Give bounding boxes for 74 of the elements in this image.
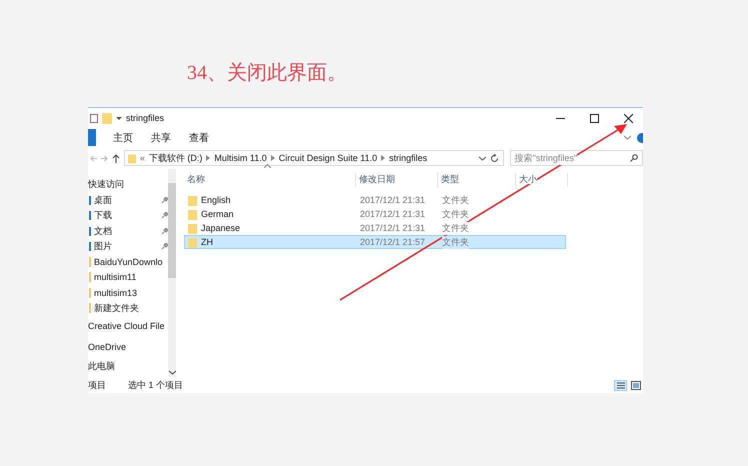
file-type: 文件夹 [442, 222, 469, 234]
chevron-right-icon [270, 155, 275, 161]
pin-icon[interactable] [161, 212, 168, 220]
ribbon-tab[interactable]: 主页 [104, 129, 142, 146]
chevron-right-icon [381, 155, 386, 161]
nav-item[interactable]: 图片 [94, 240, 112, 254]
scrollbar-thumb[interactable] [168, 183, 176, 278]
caret-icon[interactable] [116, 116, 122, 120]
file-name: Japanese [201, 223, 240, 233]
modified-date: 2017/12/1 21:31 [360, 209, 426, 219]
nav-item[interactable]: 此电脑 [88, 360, 115, 374]
nav-item[interactable]: multisim13 [94, 288, 138, 298]
selection-count: 选中 1 个项目 [128, 378, 184, 392]
close-icon [624, 114, 632, 122]
up-arrow-icon[interactable] [112, 154, 120, 162]
folder-icon [188, 222, 197, 234]
file-name: German [201, 209, 234, 219]
file-type: 文件夹 [442, 236, 469, 248]
scrollbar[interactable] [168, 169, 176, 377]
item-count: 项目 [88, 378, 106, 392]
column-header[interactable]: 名称 [184, 173, 356, 187]
modified-date: 2017/12/1 21:31 [360, 223, 426, 233]
checkbox-icon[interactable] [90, 114, 98, 122]
pin-icon[interactable] [161, 243, 168, 250]
search-field[interactable]: 搜索"stringfiles" [510, 150, 643, 166]
column-header[interactable]: 修改日期 [356, 173, 438, 187]
nav-item[interactable]: multisim11 [94, 272, 136, 282]
window-title: stringfiles [126, 113, 164, 123]
pin-icon[interactable] [161, 196, 168, 204]
dropdown-icon[interactable] [478, 156, 486, 160]
refresh-icon[interactable] [490, 154, 499, 162]
chevron-right-icon [206, 155, 210, 161]
folder-icon [102, 112, 112, 124]
file-type: 文件夹 [442, 208, 469, 220]
overflow-chevron[interactable]: « [140, 153, 145, 163]
breadcrumb[interactable]: 下载软件 (D:) [148, 152, 202, 164]
folder-icon [188, 194, 197, 206]
sort-caret-icon [264, 164, 271, 168]
nav-item[interactable]: Creative Cloud File [88, 321, 165, 332]
ribbon-tab[interactable]: 共享 [142, 129, 180, 146]
search-icon [630, 154, 638, 162]
maximize-icon [590, 114, 598, 122]
chevron-icon[interactable] [624, 135, 631, 140]
nav-item[interactable]: 快速访问 [88, 178, 124, 192]
column-header[interactable]: 类型 [438, 173, 516, 187]
step-heading: 34、关闭此界面。 [187, 61, 347, 86]
breadcrumb[interactable]: Circuit Design Suite 11.0 [278, 153, 378, 163]
ribbon-tab[interactable]: 查看 [180, 129, 218, 146]
pin-icon[interactable] [161, 228, 168, 235]
column-header[interactable]: 大小 [516, 173, 568, 187]
nav-item[interactable]: 下载 [94, 209, 112, 222]
nav-item[interactable]: 文档 [94, 224, 112, 238]
file-row[interactable]: English 2017/12/1 21:31 文件夹 [184, 193, 566, 207]
large-icons-view-icon[interactable] [631, 380, 641, 390]
breadcrumb[interactable]: Multisim 11.0 [214, 153, 267, 163]
scroll-down-icon[interactable] [168, 370, 176, 375]
folder-icon [188, 208, 197, 220]
folder-icon [188, 236, 197, 248]
details-view-icon[interactable] [614, 380, 627, 390]
modified-date: 2017/12/1 21:31 [360, 195, 426, 205]
modified-date: 2017/12/1 21:57 [360, 237, 426, 247]
breadcrumb[interactable]: stringfiles [389, 153, 428, 163]
file-row[interactable]: Japanese 2017/12/1 21:31 文件夹 [184, 221, 566, 235]
folder-icon [128, 152, 136, 164]
file-name: ZH [201, 237, 213, 247]
address-bar[interactable]: « 下载软件 (D:) Multisim 11.0 Circuit Design Suite 11.0 stringfiles [124, 150, 504, 166]
nav-item[interactable]: BaiduYunDownlo [94, 256, 163, 267]
nav-item[interactable]: 桌面 [94, 194, 112, 207]
file-type: 文件夹 [442, 194, 469, 206]
nav-item[interactable]: OneDrive [88, 342, 126, 352]
file-row[interactable]: ZH 2017/12/1 21:57 文件夹 [184, 235, 566, 249]
file-name: English [201, 195, 231, 205]
nav-item[interactable]: 新建文件夹 [94, 302, 139, 315]
file-row[interactable]: German 2017/12/1 21:31 文件夹 [184, 207, 566, 221]
